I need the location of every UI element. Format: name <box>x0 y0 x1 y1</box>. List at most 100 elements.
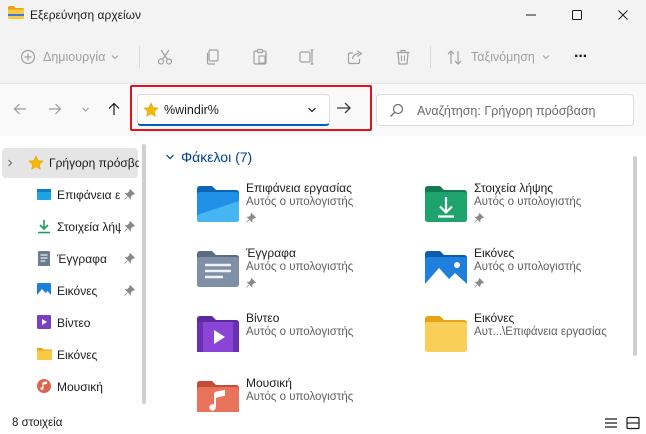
minimize-icon <box>526 14 536 16</box>
navigation-pane: Γρήγορη πρόσβαση Επιφάνεια εργασίας Στοι… <box>0 136 147 412</box>
folder-tile-desktop-pictures[interactable]: Εικόνες Αυτ...\Επιφάνεια εργασίας <box>423 311 646 367</box>
folder-name: Εικόνες <box>474 246 515 260</box>
sort-icon <box>447 49 462 65</box>
download-icon <box>38 220 50 234</box>
music-icon <box>37 379 51 393</box>
sidebar-item-quick-access[interactable]: Γρήγορη πρόσβαση <box>2 148 139 178</box>
close-button[interactable] <box>600 0 646 30</box>
document-icon <box>38 251 50 266</box>
pin-icon <box>246 278 256 288</box>
sidebar-item-label: Στοιχεία λήψης <box>57 220 121 234</box>
clipboard-icon <box>253 48 267 65</box>
sidebar-item-label: Έγγραφα <box>57 252 107 266</box>
share-icon <box>347 50 363 65</box>
sidebar-item-label: Εικόνες <box>57 284 98 298</box>
rename-icon <box>299 49 314 65</box>
title-bar: Εξερεύνηση αρχείων <box>0 0 646 30</box>
video-icon <box>37 315 51 329</box>
pictures-icon <box>37 283 51 297</box>
pin-icon <box>124 221 135 232</box>
minimize-button[interactable] <box>508 0 554 30</box>
item-count: 8 στοιχεία <box>12 417 63 429</box>
chevron-down-icon <box>81 107 89 112</box>
up-button[interactable] <box>103 98 125 120</box>
pin-icon <box>474 213 484 223</box>
plus-circle-icon <box>20 49 36 65</box>
group-title: Φάκελοι (7) <box>181 149 253 165</box>
documents-folder-icon <box>197 251 239 287</box>
scissors-icon <box>157 49 173 65</box>
sidebar-item-label: Μουσική <box>57 380 103 394</box>
sidebar-item-pictures[interactable]: Εικόνες <box>0 276 140 306</box>
sidebar-item-folder-pictures[interactable]: Εικόνες <box>0 340 140 370</box>
maximize-button[interactable] <box>554 0 600 30</box>
group-header-folders[interactable]: Φάκελοι (7) <box>165 149 252 165</box>
folder-tile-pictures[interactable]: Εικόνες Αυτός ο υπολογιστής <box>423 246 646 302</box>
folder-location: Αυτός ο υπολογιστής <box>246 326 354 338</box>
arrow-right-icon <box>49 103 62 115</box>
new-label: Δημιουργία <box>43 50 106 64</box>
pin-icon <box>246 213 256 223</box>
content-pane: Φάκελοι (7) Επιφάνεια εργασίας Αυτός ο υ… <box>155 136 646 417</box>
share-button[interactable] <box>346 44 364 70</box>
address-highlight-box <box>130 85 372 131</box>
cut-button[interactable] <box>156 44 174 70</box>
forward-button[interactable] <box>44 98 66 120</box>
folder-name: Στοιχεία λήψης <box>474 181 554 195</box>
folder-name: Εικόνες <box>474 311 515 325</box>
new-button[interactable]: Δημιουργία <box>20 44 119 70</box>
details-view-icon[interactable] <box>604 416 618 430</box>
pin-icon <box>124 285 135 296</box>
sidebar-item-documents[interactable]: Έγγραφα <box>0 244 140 274</box>
delete-button[interactable] <box>394 44 412 70</box>
sidebar-item-desktop[interactable]: Επιφάνεια εργασίας <box>0 180 140 210</box>
sidebar-item-label: Γρήγορη πρόσβαση <box>49 156 139 170</box>
content-scrollbar[interactable] <box>633 156 637 356</box>
sidebar-item-videos[interactable]: Βίντεο <box>0 308 140 338</box>
sidebar-item-label: Βίντεο <box>57 316 91 330</box>
folder-icon <box>37 348 52 360</box>
sort-label: Ταξινόμηση <box>471 50 535 64</box>
status-bar: 8 στοιχεία <box>0 412 646 434</box>
folder-tile-desktop[interactable]: Επιφάνεια εργασίας Αυτός ο υπολογιστής <box>195 181 425 237</box>
window-title: Εξερεύνηση αρχείων <box>30 8 141 22</box>
paste-button[interactable] <box>251 44 269 70</box>
folder-tile-videos[interactable]: Βίντεο Αυτός ο υπολογιστής <box>195 311 425 367</box>
sort-button[interactable]: Ταξινόμηση <box>446 44 550 70</box>
pin-icon <box>124 189 135 200</box>
maximize-icon <box>572 10 582 20</box>
pin-icon <box>474 278 484 288</box>
folder-location: Αυτός ο υπολογιστής <box>246 196 354 208</box>
folder-location: Αυτ...\Επιφάνεια εργασίας <box>474 326 607 338</box>
sidebar-item-music[interactable]: Μουσική <box>0 372 140 402</box>
folder-location: Αυτός ο υπολογιστής <box>246 391 354 403</box>
folder-name: Επιφάνεια εργασίας <box>246 181 352 195</box>
arrow-up-icon <box>108 102 120 115</box>
sidebar-item-downloads[interactable]: Στοιχεία λήψης <box>0 212 140 242</box>
folder-icon <box>425 316 467 352</box>
copy-icon <box>206 49 219 65</box>
chevron-down-icon <box>112 55 119 60</box>
desktop-folder-icon <box>37 189 51 200</box>
star-icon <box>28 155 44 170</box>
command-bar: Δημιουργία Ταξινόμηση ··· <box>0 30 646 84</box>
folder-tile-documents[interactable]: Έγγραφα Αυτός ο υπολογιστής <box>195 246 425 302</box>
chevron-down-icon <box>8 159 13 167</box>
rename-button[interactable] <box>298 44 316 70</box>
folder-location: Αυτός ο υπολογιστής <box>474 261 582 273</box>
back-button[interactable] <box>9 98 31 120</box>
sidebar-item-label: Επιφάνεια εργασίας <box>57 188 121 202</box>
copy-button[interactable] <box>204 44 222 70</box>
pictures-folder-icon <box>425 251 467 287</box>
search-icon <box>390 103 404 117</box>
search-input[interactable]: Αναζήτηση: Γρήγορη πρόσβαση <box>417 104 596 118</box>
tiles-view-icon[interactable] <box>626 416 640 430</box>
more-options-button[interactable]: ··· <box>574 44 588 70</box>
recent-locations-button[interactable] <box>74 98 96 120</box>
search-box[interactable]: Αναζήτηση: Γρήγορη πρόσβαση <box>376 94 634 126</box>
divider <box>430 46 431 68</box>
folder-name: Μουσική <box>246 376 292 390</box>
sidebar-scrollbar[interactable] <box>142 144 146 404</box>
folder-tile-downloads[interactable]: Στοιχεία λήψης Αυτός ο υπολογιστής <box>423 181 646 237</box>
videos-folder-icon <box>197 316 239 352</box>
